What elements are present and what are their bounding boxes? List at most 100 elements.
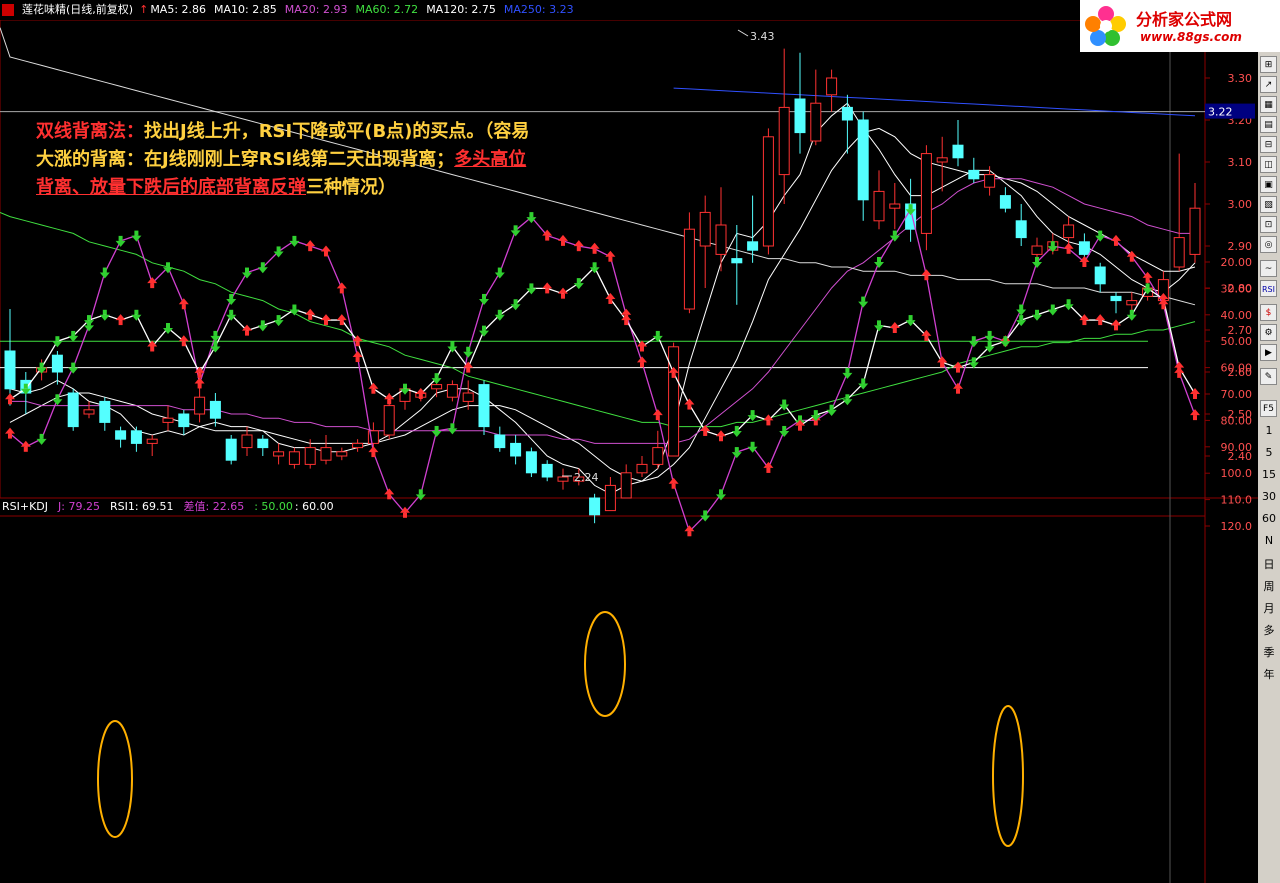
app-icon	[2, 4, 14, 16]
period-n[interactable]: N	[1258, 534, 1280, 547]
down-arrow-stem	[750, 410, 755, 416]
up-arrow-icon: ↑	[139, 3, 149, 16]
candle-body	[778, 106, 790, 176]
up-arrow-head	[605, 250, 616, 257]
candle-body	[209, 400, 221, 419]
period-30min[interactable]: 30	[1258, 490, 1280, 503]
down-arrow-stem	[497, 267, 502, 273]
candle-body	[194, 396, 206, 415]
up-arrow-head	[368, 382, 379, 389]
up-arrow-head	[605, 292, 616, 299]
up-arrow-marker	[305, 240, 316, 252]
toolbar-button-16[interactable]: F5	[1260, 400, 1277, 417]
down-arrow-stem	[877, 320, 881, 326]
down-arrow-stem	[513, 299, 518, 305]
toolbar-button-13[interactable]: ⚙	[1260, 324, 1277, 341]
down-arrow-marker	[731, 447, 742, 459]
ma10-label: MA10: 2.85	[214, 3, 277, 16]
down-arrow-stem	[1129, 309, 1134, 315]
down-arrow-stem	[1145, 283, 1150, 289]
down-arrow-marker	[842, 367, 853, 379]
down-arrow-stem	[655, 330, 660, 336]
up-arrow-stem	[324, 251, 328, 257]
down-arrow-stem	[813, 410, 818, 416]
down-arrow-head	[731, 452, 742, 459]
up-arrow-marker	[194, 377, 205, 389]
up-arrow-stem	[418, 394, 423, 399]
down-arrow-stem	[529, 283, 534, 289]
candle-body	[67, 392, 79, 428]
toolbar-button-4[interactable]: ▤	[1260, 116, 1277, 133]
down-arrow-stem	[39, 362, 44, 368]
toolbar-button-9[interactable]: ⊡	[1260, 216, 1277, 233]
candle-body	[320, 447, 332, 461]
toolbar-button-15[interactable]: ✎	[1260, 368, 1277, 385]
toolbar-button-2[interactable]: ↗	[1260, 76, 1277, 93]
period-year[interactable]: 年	[1258, 666, 1280, 682]
candle-body	[162, 417, 174, 423]
toolbar-button-1[interactable]: ⊞	[1260, 56, 1277, 73]
toolbar-button-14[interactable]: ▶	[1260, 344, 1277, 361]
down-arrow-stem	[450, 341, 455, 347]
ma20-label: MA20: 2.93	[284, 3, 348, 16]
up-arrow-stem	[8, 433, 12, 439]
up-arrow-stem	[671, 372, 676, 378]
candle-body	[1063, 224, 1075, 239]
up-arrow-stem	[655, 415, 660, 421]
toolbar-button-rsi[interactable]: RSI	[1260, 280, 1277, 297]
high-pointer	[737, 29, 749, 37]
down-arrow-stem	[1019, 304, 1024, 310]
down-arrow-marker	[874, 320, 884, 332]
period-60min[interactable]: 60	[1258, 512, 1280, 525]
down-arrow-stem	[276, 246, 281, 252]
toolbar-button-3[interactable]: ▦	[1260, 96, 1277, 113]
indicator-tick-label: 110.0	[1221, 494, 1253, 507]
toolbar-button-12[interactable]: $	[1260, 304, 1277, 321]
period-multi[interactable]: 多	[1258, 622, 1280, 638]
period-15min[interactable]: 15	[1258, 468, 1280, 481]
down-arrow-stem	[798, 415, 802, 421]
toolbar-button-10[interactable]: ◎	[1260, 236, 1277, 253]
up-arrow-stem	[118, 320, 123, 326]
down-arrow-stem	[450, 423, 455, 429]
down-arrow-stem	[529, 212, 534, 218]
period-month[interactable]: 月	[1258, 600, 1280, 616]
up-arrow-marker	[937, 356, 948, 368]
down-arrow-head	[36, 438, 47, 445]
up-arrow-stem	[687, 531, 692, 537]
down-arrow-head	[226, 298, 237, 305]
down-arrow-stem	[418, 489, 423, 495]
period-day[interactable]: 日	[1258, 556, 1280, 572]
toolbar-button-8[interactable]: ▧	[1260, 196, 1277, 213]
up-arrow-marker	[1190, 388, 1200, 399]
up-arrow-stem	[576, 246, 581, 252]
site-logo[interactable]: 分析家公式网 www.88gs.com	[1080, 0, 1280, 52]
up-arrow-stem	[181, 304, 186, 310]
period-week[interactable]: 周	[1258, 578, 1280, 594]
down-arrow-marker	[99, 267, 110, 279]
indicator-tick-label: 120.0	[1221, 520, 1253, 533]
period-1min[interactable]: 1	[1258, 424, 1280, 437]
down-arrow-stem	[845, 394, 850, 400]
candle-body	[810, 102, 822, 142]
toolbar-button-11[interactable]: ~	[1260, 260, 1277, 277]
up-arrow-marker	[637, 356, 647, 368]
candle-body	[115, 430, 127, 440]
down-arrow-marker	[52, 336, 63, 348]
up-arrow-head	[573, 240, 584, 247]
down-arrow-marker	[289, 235, 300, 247]
down-arrow-head	[84, 325, 94, 332]
up-arrow-marker	[178, 298, 189, 310]
down-arrow-marker	[652, 330, 663, 342]
toolbar-button-6[interactable]: ◫	[1260, 156, 1277, 173]
period-5min[interactable]: 5	[1258, 446, 1280, 459]
toolbar-button-5[interactable]: ⊟	[1260, 136, 1277, 153]
down-arrow-marker	[226, 293, 237, 305]
period-quarter[interactable]: 季	[1258, 644, 1280, 660]
up-arrow-marker	[1079, 256, 1090, 267]
up-arrow-head	[305, 308, 316, 315]
down-arrow-marker	[1095, 230, 1106, 242]
up-arrow-stem	[640, 362, 644, 368]
indicator-header: RSI+KDJ J: 79.25 RSI1: 69.51 差值: 22.65: 50.…	[0, 499, 1170, 515]
toolbar-button-7[interactable]: ▣	[1260, 176, 1277, 193]
